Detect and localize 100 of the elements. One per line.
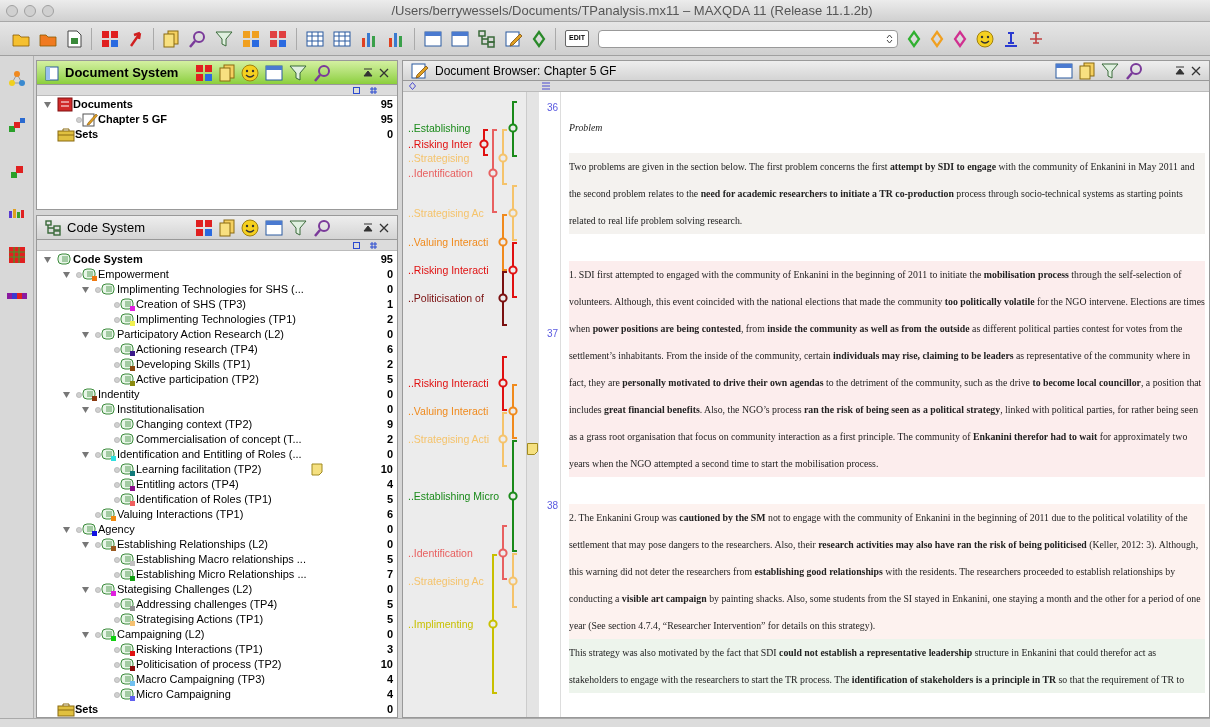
window-control-icon[interactable]: [42, 4, 54, 17]
funnel-icon[interactable]: [1101, 61, 1119, 80]
smiley-icon[interactable]: [241, 63, 259, 82]
disclosure-triangle-icon[interactable]: [62, 525, 71, 534]
search-icon[interactable]: [313, 218, 331, 237]
column-icon[interactable]: [353, 86, 360, 94]
smiley-icon[interactable]: [241, 218, 259, 237]
window-icon[interactable]: [265, 64, 283, 81]
hash-icon[interactable]: [370, 86, 377, 94]
window-control-icon[interactable]: [24, 4, 36, 17]
smiley-icon[interactable]: [975, 29, 994, 48]
tree-item[interactable]: Addressing challenges (TP4): [136, 596, 278, 613]
tree-item[interactable]: Establishing Macro relationships ...: [136, 551, 306, 568]
grid-icon[interactable]: [242, 29, 260, 48]
hash-icon[interactable]: [370, 241, 377, 249]
tree-item[interactable]: Strategising Actions (TP1): [136, 611, 264, 628]
collapse-icon[interactable]: [363, 222, 373, 233]
tree-item[interactable]: Micro Campaigning: [136, 686, 231, 703]
tree-item[interactable]: Indentity: [98, 386, 140, 403]
documents-icon[interactable]: [1079, 61, 1095, 80]
disclosure-triangle-icon[interactable]: [81, 330, 90, 339]
tree-item[interactable]: Chapter 5 GF: [98, 111, 168, 128]
tree-item[interactable]: Implimenting Technologies for SHS (...: [117, 281, 304, 298]
disclosure-triangle-icon[interactable]: [81, 450, 90, 459]
window-icon[interactable]: [1055, 62, 1073, 79]
funnel-icon[interactable]: [289, 218, 307, 237]
text-format-icon[interactable]: [1002, 29, 1019, 48]
memo-icon[interactable]: [311, 463, 323, 476]
tree-item[interactable]: Learning facilitation (TP2): [136, 461, 262, 478]
tree-item[interactable]: Documents: [73, 96, 133, 113]
tree-icon[interactable]: [478, 29, 496, 48]
grid-icon[interactable]: [195, 218, 213, 237]
table-icon[interactable]: [306, 30, 324, 47]
diamond-icon[interactable]: [409, 82, 416, 90]
grid-icon[interactable]: [101, 29, 119, 48]
window-icon[interactable]: [265, 219, 283, 236]
coding-stripe[interactable]: [498, 356, 508, 411]
tree-item[interactable]: Code System: [73, 251, 143, 268]
tree-item[interactable]: Agency: [98, 521, 135, 538]
blocks-icon[interactable]: [7, 116, 26, 134]
disclosure-triangle-icon[interactable]: [81, 585, 90, 594]
pencil-icon[interactable]: [505, 29, 523, 48]
tree-item[interactable]: Active participation (TP2): [136, 371, 259, 388]
search-icon[interactable]: [188, 29, 206, 48]
matrix-icon[interactable]: [7, 246, 26, 264]
tree-item[interactable]: Establishing Micro Relationships ...: [136, 566, 307, 583]
coding-stripe[interactable]: [479, 129, 489, 156]
tree-item[interactable]: Campaigning (L2): [117, 626, 205, 643]
pencil-icon[interactable]: [411, 61, 429, 80]
documents-icon[interactable]: [219, 218, 235, 237]
search-icon[interactable]: [313, 63, 331, 82]
window-control-icon[interactable]: [6, 4, 18, 17]
tree-item[interactable]: Changing context (TP2): [136, 416, 253, 433]
tree-item[interactable]: Politicisation of process (TP2): [136, 656, 282, 673]
disclosure-triangle-icon[interactable]: [43, 255, 52, 264]
list-icon[interactable]: [542, 82, 550, 90]
search-icon[interactable]: [1125, 61, 1143, 80]
close-icon[interactable]: [379, 222, 389, 233]
table-icon[interactable]: [333, 30, 351, 47]
dropdown[interactable]: [597, 29, 898, 48]
tree-item[interactable]: Establishing Relationships (L2): [117, 536, 269, 553]
funnel-icon[interactable]: [289, 63, 307, 82]
window-icon[interactable]: [451, 30, 469, 47]
tree-item[interactable]: Creation of SHS (TP3): [136, 296, 247, 313]
diamond-icon[interactable]: [532, 29, 546, 48]
tree-item[interactable]: Entitling actors (TP4): [136, 476, 239, 493]
arrow-icon[interactable]: [128, 29, 144, 48]
tree-item[interactable]: Empowerment: [98, 266, 169, 283]
column-icon[interactable]: [353, 241, 360, 249]
disclosure-triangle-icon[interactable]: [81, 540, 90, 549]
coding-stripe[interactable]: [498, 271, 508, 326]
tree-item[interactable]: Identification of Roles (TP1): [136, 491, 272, 508]
tree-item[interactable]: Actioning research (TP4): [136, 341, 258, 358]
diamond-icon[interactable]: [952, 29, 967, 48]
tree-item[interactable]: Risking Interactions (TP1): [136, 641, 263, 658]
diamond-icon[interactable]: [906, 29, 921, 48]
collapse-icon[interactable]: [1175, 65, 1185, 76]
disclosure-triangle-icon[interactable]: [81, 405, 90, 414]
tree-item[interactable]: Developing Skills (TP1): [136, 356, 251, 373]
tree-item[interactable]: Stategising Challenges (L2): [117, 581, 253, 598]
disclosure-triangle-icon[interactable]: [81, 630, 90, 639]
tree-item[interactable]: Sets: [75, 126, 99, 143]
grid-icon[interactable]: [269, 29, 287, 48]
bar-chart-icon[interactable]: [7, 208, 26, 218]
tree-item[interactable]: Valuing Interactions (TP1): [117, 506, 244, 523]
window-icon[interactable]: [424, 30, 442, 47]
grid-icon[interactable]: [195, 63, 213, 82]
documents-icon[interactable]: [163, 29, 179, 48]
funnel-icon[interactable]: [215, 29, 233, 48]
tree-item[interactable]: Identification and Entitling of Roles (...: [117, 446, 302, 463]
collapse-icon[interactable]: [363, 67, 373, 78]
documents-icon[interactable]: [219, 63, 235, 82]
color-bar-icon[interactable]: [6, 292, 27, 300]
disclosure-triangle-icon[interactable]: [43, 100, 52, 109]
close-icon[interactable]: [379, 67, 389, 78]
disclosure-triangle-icon[interactable]: [62, 390, 71, 399]
network-icon[interactable]: [7, 70, 26, 88]
disclosure-triangle-icon[interactable]: [81, 285, 90, 294]
tree-item[interactable]: Institutionalisation: [117, 401, 205, 418]
tree-item[interactable]: Participatory Action Research (L2): [117, 326, 284, 343]
